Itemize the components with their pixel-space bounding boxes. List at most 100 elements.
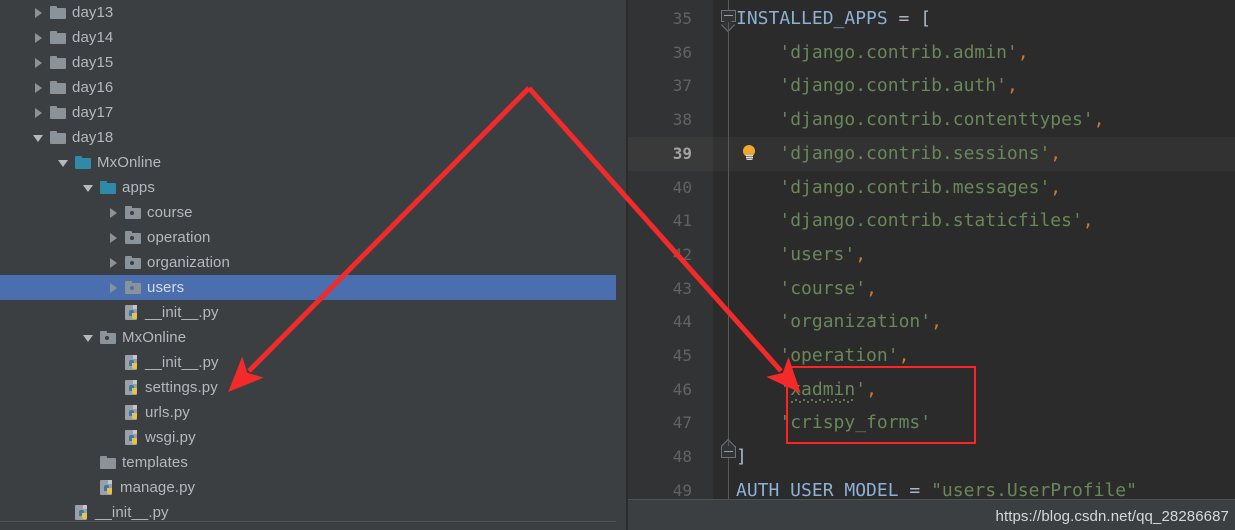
tree-item-init-py[interactable]: __init__.py (0, 350, 628, 375)
code-token: , (1050, 177, 1061, 198)
folder-icon (100, 456, 116, 470)
red-highlight-box (786, 366, 976, 444)
code-token: AUTH_USER_MODEL (736, 480, 899, 501)
tree-scrollbar-track[interactable] (616, 0, 626, 530)
code-token: 'django.contrib.messages' (779, 177, 1050, 198)
tree-item-init-py[interactable]: __init__.py (0, 300, 628, 325)
tree-item-label: day17 (72, 100, 113, 125)
code-token: 'django.contrib.staticfiles' (779, 210, 1082, 231)
code-token: , (1007, 75, 1018, 96)
tree-item-wsgi-py[interactable]: wsgi.py (0, 425, 628, 450)
code-token: 'users' (779, 244, 855, 265)
chevron-right-icon[interactable] (32, 6, 45, 19)
code-token: = (899, 480, 932, 501)
editor-panel[interactable]: 35 INSTALLED_APPS = [ 36 'django.contrib.ad… (628, 0, 1235, 530)
tree-item-label: apps (122, 175, 155, 200)
code-line-40[interactable]: 'django.contrib.messages', (779, 171, 1061, 205)
tree-item-label: day18 (72, 125, 113, 150)
chevron-right-icon[interactable] (107, 256, 120, 269)
code-token: , (931, 311, 942, 332)
tree-item-label: templates (122, 450, 188, 475)
python-file-icon (125, 355, 140, 371)
chevron-right-icon[interactable] (32, 81, 45, 94)
python-file-icon (125, 380, 140, 396)
twisty-spacer (82, 456, 95, 469)
tree-item-day17[interactable]: day17 (0, 100, 628, 125)
chevron-down-icon[interactable] (82, 181, 95, 194)
tree-item-label: organization (147, 250, 230, 275)
chevron-right-icon[interactable] (107, 206, 120, 219)
chevron-right-icon[interactable] (32, 56, 45, 69)
python-file-icon (125, 405, 140, 421)
code-token: = (888, 8, 921, 29)
line-number-45: 45 (628, 339, 692, 373)
chevron-down-icon[interactable] (32, 131, 45, 144)
twisty-spacer (107, 381, 120, 394)
code-line-35[interactable]: INSTALLED_APPS = [ (736, 2, 931, 36)
csdn-watermark: https://blog.csdn.net/qq_28286687 (996, 508, 1230, 525)
package-folder-icon (125, 206, 141, 220)
folder-icon (50, 31, 66, 45)
twisty-spacer (107, 306, 120, 319)
tree-item-operation[interactable]: operation (0, 225, 628, 250)
code-line-44[interactable]: 'organization', (779, 305, 942, 339)
code-token: , (1094, 109, 1105, 130)
code-token: 'django.contrib.contenttypes' (779, 109, 1093, 130)
chevron-right-icon[interactable] (107, 281, 120, 294)
tree-item-organization[interactable]: organization (0, 250, 628, 275)
chevron-right-icon[interactable] (107, 231, 120, 244)
tree-item-day18[interactable]: day18 (0, 125, 628, 150)
tree-item-label: manage.py (120, 475, 195, 500)
line-number-48: 48 (628, 440, 692, 474)
tree-item-label: operation (147, 225, 210, 250)
code-line-41[interactable]: 'django.contrib.staticfiles', (779, 204, 1093, 238)
fold-start-icon[interactable] (721, 10, 737, 28)
code-line-43[interactable]: 'course', (779, 272, 877, 306)
intention-bulb-icon[interactable] (741, 145, 757, 163)
code-token: 'course' (779, 278, 866, 299)
twisty-spacer (82, 481, 95, 494)
line-number-46: 46 (628, 373, 692, 407)
fold-guideline (728, 440, 729, 446)
code-line-36[interactable]: 'django.contrib.admin', (779, 36, 1028, 70)
tree-item-course[interactable]: course (0, 200, 628, 225)
python-file-icon (125, 430, 140, 446)
code-token: , (866, 278, 877, 299)
line-number-36: 36 (628, 36, 692, 70)
chevron-down-icon[interactable] (57, 156, 70, 169)
tree-item-users[interactable]: users (0, 275, 628, 300)
code-line-39[interactable]: 'django.contrib.sessions', (779, 137, 1061, 171)
code-line-38[interactable]: 'django.contrib.contenttypes', (779, 103, 1104, 137)
tree-item-mxonline[interactable]: MxOnline (0, 150, 628, 175)
chevron-down-icon[interactable] (82, 331, 95, 344)
tree-item-apps[interactable]: apps (0, 175, 628, 200)
tree-item-urls-py[interactable]: urls.py (0, 400, 628, 425)
code-token: 'django.contrib.auth' (779, 75, 1007, 96)
code-token: , (855, 244, 866, 265)
tree-item-day16[interactable]: day16 (0, 75, 628, 100)
fold-end-icon[interactable] (721, 446, 737, 464)
twisty-spacer (107, 356, 120, 369)
tree-item-day13[interactable]: day13 (0, 0, 628, 25)
tree-item-day14[interactable]: day14 (0, 25, 628, 50)
tree-item-label: day14 (72, 25, 113, 50)
tree-item-day15[interactable]: day15 (0, 50, 628, 75)
tree-item-label: wsgi.py (145, 425, 196, 450)
python-file-icon (125, 305, 140, 321)
code-line-48[interactable]: ] (736, 440, 747, 474)
twisty-spacer (57, 506, 70, 519)
project-tree-panel[interactable]: day13day14day15day16day17day18MxOnlineap… (0, 0, 628, 530)
tree-item-settings-py[interactable]: settings.py (0, 375, 628, 400)
tree-item-mxonline[interactable]: MxOnline (0, 325, 628, 350)
line-number-40: 40 (628, 171, 692, 205)
tree-item-manage-py[interactable]: manage.py (0, 475, 628, 500)
line-number-42: 42 (628, 238, 692, 272)
code-line-42[interactable]: 'users', (779, 238, 866, 272)
line-number-35: 35 (628, 2, 692, 36)
tree-item-templates[interactable]: templates (0, 450, 628, 475)
chevron-right-icon[interactable] (32, 106, 45, 119)
code-token: "users.UserProfile" (931, 480, 1137, 501)
source-folder-icon (75, 156, 91, 170)
chevron-right-icon[interactable] (32, 31, 45, 44)
code-line-37[interactable]: 'django.contrib.auth', (779, 69, 1017, 103)
